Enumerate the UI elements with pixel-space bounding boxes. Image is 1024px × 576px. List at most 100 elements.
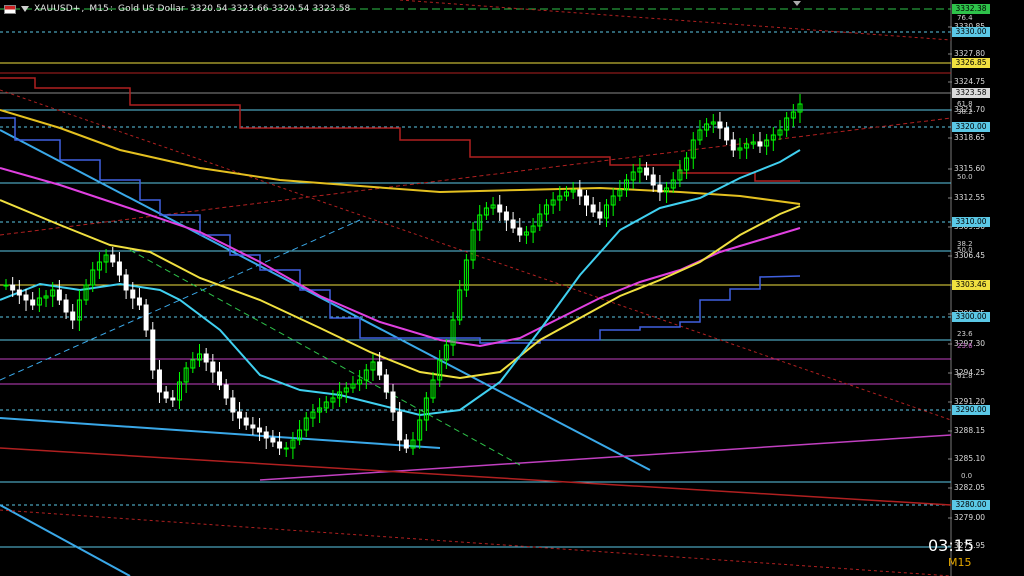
candle-body <box>283 447 289 450</box>
price-tick-label: 3318.65 <box>954 133 986 142</box>
candle-body <box>10 284 16 291</box>
candle-body <box>3 284 9 287</box>
candle-body <box>250 424 256 429</box>
flag-icon <box>4 4 16 14</box>
candle-body <box>170 397 176 401</box>
candle-body <box>203 353 209 363</box>
candle-body <box>717 121 723 129</box>
candle-body <box>257 427 263 433</box>
long-ma-line <box>0 109 801 205</box>
price-tick-label: 3288.15 <box>954 426 986 435</box>
dropdown-arrow-icon[interactable] <box>21 6 29 12</box>
price-tick-label: 3282.05 <box>954 483 986 492</box>
price-tag: 3280.00 <box>952 500 990 510</box>
candle-body <box>217 371 223 386</box>
candle-body <box>277 441 283 449</box>
candle-body <box>223 384 229 399</box>
candle-body <box>583 195 589 206</box>
candle-body <box>377 361 383 376</box>
price-tag: 3332.38 <box>952 4 990 14</box>
trend-line <box>399 0 952 41</box>
fib-level-label: 61.8 <box>957 372 973 380</box>
price-tag: 3326.85 <box>952 58 990 68</box>
candle-body <box>597 211 603 219</box>
fib-level-label: 50.0 <box>957 246 973 254</box>
symbol-label: XAUUSD+ <box>34 4 81 14</box>
fib-level-label: 50.0 <box>957 173 973 181</box>
trend-line <box>129 249 521 466</box>
candle-body <box>517 227 523 236</box>
candle-body <box>590 204 596 213</box>
trend-line <box>0 117 952 236</box>
price-tag: 3303.46 <box>952 280 990 290</box>
price-tag: 3290.00 <box>952 405 990 415</box>
price-tick-label: 3312.55 <box>954 193 986 202</box>
candle-body <box>397 411 403 441</box>
fib-level-label: 38.2 <box>957 108 973 116</box>
price-chart-canvas[interactable] <box>0 0 1024 576</box>
trend-line <box>0 504 131 576</box>
slow-ma-line <box>0 167 801 348</box>
price-tag: 3320.00 <box>952 122 990 132</box>
candle-body <box>230 397 236 413</box>
trend-line <box>259 434 952 481</box>
trend-line <box>0 417 441 449</box>
candle-body <box>30 299 36 306</box>
price-tick-label: 3279.00 <box>954 513 986 522</box>
candle-body <box>657 184 663 193</box>
candle-body <box>16 289 22 296</box>
candle-body <box>403 439 409 449</box>
candle-body <box>156 369 162 393</box>
candle-body <box>243 417 249 426</box>
price-tick-label: 3315.60 <box>954 164 986 173</box>
candle-body <box>110 254 116 263</box>
kijun-step-line <box>0 117 801 344</box>
candle-body <box>136 297 142 306</box>
candle-body <box>497 204 503 213</box>
candle-body <box>644 167 650 176</box>
candle-body <box>143 304 149 331</box>
symbol-description: Gold US Dollar <box>118 4 185 14</box>
fib-level-label: 23.6 <box>957 330 973 338</box>
server-clock: 03:15 <box>928 536 975 555</box>
candle-body <box>390 391 396 413</box>
candle-body <box>730 139 736 151</box>
candle-body <box>23 294 29 301</box>
candle-body <box>503 211 509 221</box>
trend-line <box>0 509 952 576</box>
candle-body <box>150 329 156 371</box>
candle-body <box>263 431 269 439</box>
trend-line <box>0 447 952 506</box>
mid-ma-line <box>0 199 801 380</box>
candle-body <box>237 411 243 419</box>
candle-body <box>650 174 656 186</box>
price-tag: 3300.00 <box>952 312 990 322</box>
candle-body <box>724 127 730 141</box>
candle-body <box>757 141 763 147</box>
timeframe-label: M15 <box>89 4 109 14</box>
fib-level-label: 61.8 <box>957 100 973 108</box>
candle-body <box>383 374 389 393</box>
candle-body <box>116 261 122 276</box>
candle-body <box>210 361 216 373</box>
timeframe-badge: M15 <box>948 556 972 569</box>
price-tick-label: 3285.10 <box>954 454 986 463</box>
candle-body <box>270 437 276 443</box>
price-tag: 3323.58 <box>952 88 990 98</box>
candle-body <box>56 289 62 301</box>
chart-shift-marker-icon[interactable] <box>793 1 801 6</box>
candle-body <box>130 289 136 299</box>
price-tag: 3310.00 <box>952 217 990 227</box>
trend-line <box>0 129 651 471</box>
price-tick-label: 3324.75 <box>954 77 986 86</box>
candle-body <box>577 189 583 197</box>
candle-body <box>123 274 129 291</box>
candle-body <box>163 391 169 399</box>
fib-level-label: 23.6 <box>957 342 973 350</box>
fib-level-label: 76.4 <box>957 14 973 22</box>
chart-header: XAUUSD+, M15: Gold US Dollar 3320.54 332… <box>4 4 350 14</box>
fib-level-label: 0.0 <box>961 472 973 480</box>
ohlc-values: 3320.54 3323.66 3320.54 3323.58 <box>189 4 351 14</box>
price-tag: 3330.00 <box>952 27 990 37</box>
price-tick-label: 3327.80 <box>954 49 986 58</box>
